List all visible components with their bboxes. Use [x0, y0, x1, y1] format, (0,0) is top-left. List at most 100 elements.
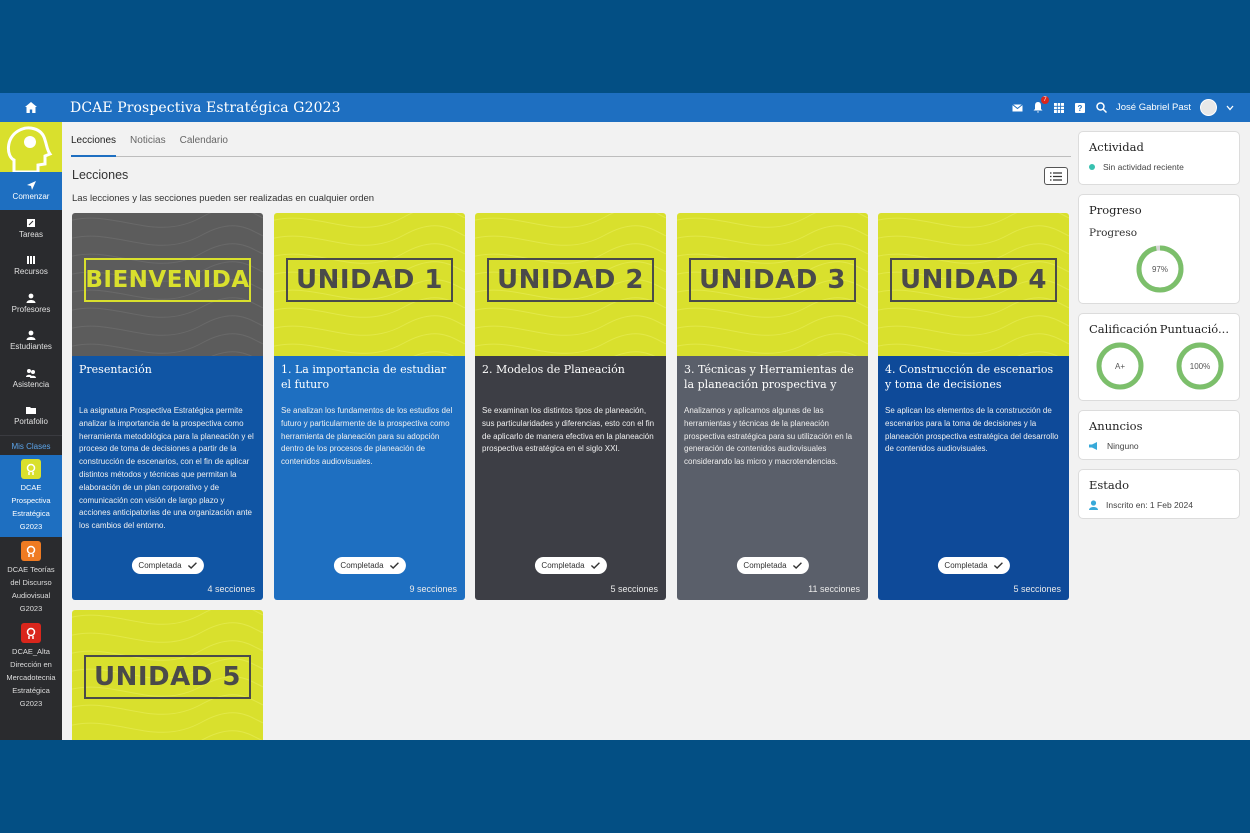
bell-icon[interactable]: 7: [1032, 95, 1050, 114]
help-icon[interactable]: ?: [1074, 102, 1086, 114]
grade-value: A+: [1115, 362, 1125, 371]
sidebar-course[interactable]: DCAE Teorías del Discurso Audiovisual G2…: [0, 537, 62, 619]
completed-label: Completada: [340, 561, 384, 570]
lesson-card[interactable]: UNIDAD 5: [72, 610, 263, 740]
list-view-button[interactable]: [1044, 167, 1068, 185]
user-avatar[interactable]: [1200, 99, 1217, 116]
sidebar-item-label: Asistencia: [12, 379, 50, 389]
activity-title: Actividad: [1089, 140, 1144, 154]
lesson-description: Se examinan los distintos tipos de plane…: [482, 406, 655, 454]
lesson-title[interactable]: 2. Modelos de Planeación: [482, 363, 659, 399]
tab-calendario[interactable]: Calendario: [180, 129, 228, 157]
calendar-grid-icon[interactable]: [1053, 102, 1065, 114]
edit-icon: [27, 218, 35, 227]
lesson-banner: UNIDAD 3: [689, 258, 856, 302]
sidebar-item-comenzar[interactable]: Comenzar: [0, 172, 62, 210]
lesson-title[interactable]: Presentación: [79, 363, 256, 399]
lesson-banner: UNIDAD 5: [84, 655, 251, 699]
sidebar-course-label: DCAE Teorías del Discurso Audiovisual G2…: [7, 564, 55, 613]
sidebar-item-portafolio[interactable]: Portafolio: [0, 397, 62, 435]
user-icon: [26, 293, 36, 303]
sidebar-item-profesores[interactable]: Profesores: [0, 285, 62, 323]
sidebar-course[interactable]: DCAE Prospectiva Estratégica G2023: [0, 454, 62, 537]
announcements-title: Anuncios: [1089, 419, 1143, 433]
sidebar-item-recursos[interactable]: Recursos: [0, 247, 62, 285]
lesson-card-image: UNIDAD 2: [475, 213, 666, 356]
check-icon: [792, 562, 802, 569]
announcements-panel: Anuncios Ninguno: [1078, 410, 1240, 460]
completed-badge: Completada: [937, 557, 1010, 574]
sidebar: Comenzar Tareas Recursos Profesores Estudian…: [0, 122, 62, 740]
chevron-down-icon[interactable]: [1226, 105, 1234, 111]
mail-icon[interactable]: [1011, 102, 1023, 114]
sidebar-item-label: Estudiantes: [10, 342, 52, 352]
activity-panel: Actividad Sin actividad reciente: [1078, 131, 1240, 185]
tab-noticias[interactable]: Noticias: [130, 129, 166, 157]
group-icon: [26, 368, 36, 378]
megaphone-icon: [1089, 442, 1097, 450]
progress-title: Progreso: [1089, 203, 1142, 217]
course-icon: [21, 458, 41, 479]
lesson-card-image: UNIDAD 1: [274, 213, 465, 356]
svg-text:?: ?: [1078, 104, 1083, 113]
completed-badge: Completada: [333, 557, 406, 574]
grade-rings: A+ 100%: [1096, 342, 1224, 390]
status-panel: Estado Inscrito en: 1 Feb 2024: [1078, 469, 1240, 519]
lesson-card-body: 3. Técnicas y Herramientas de la planeac…: [677, 356, 868, 600]
lesson-title[interactable]: 3. Técnicas y Herramientas de la planeac…: [684, 363, 861, 399]
lesson-description: Analizamos y aplicamos algunas de las he…: [684, 406, 853, 467]
lesson-card-body: 2. Modelos de Planeación Se examinan los …: [475, 356, 666, 600]
announcements-text: Ninguno: [1107, 441, 1139, 451]
lesson-card[interactable]: UNIDAD 4 4. Construcción de escenarios y …: [878, 213, 1069, 600]
score-title: Puntuació...: [1159, 322, 1229, 336]
right-rail: Actividad Sin actividad reciente Progres…: [1078, 131, 1240, 528]
sidebar-course-label: DCAE Prospectiva Estratégica G2023: [11, 482, 51, 531]
sidebar-item-tareas[interactable]: Tareas: [0, 210, 62, 248]
completed-badge: Completada: [534, 557, 607, 574]
lesson-card[interactable]: UNIDAD 2 2. Modelos de Planeación Se exami…: [475, 213, 666, 600]
lesson-card-body: 4. Construcción de escenarios y toma de …: [878, 356, 1069, 600]
top-bar: DCAE Prospectiva Estratégica G2023 7 ? J…: [0, 93, 1250, 122]
sidebar-item-asistencia[interactable]: Asistencia: [0, 360, 62, 398]
course-logo[interactable]: [0, 122, 62, 172]
lesson-banner: UNIDAD 4: [890, 258, 1057, 302]
lesson-title[interactable]: 1. La importancia de estudiar el futuro: [281, 363, 458, 399]
lesson-card-image: UNIDAD 4: [878, 213, 1069, 356]
course-icon: [21, 622, 41, 643]
section-count: 11 secciones: [808, 584, 860, 594]
library-icon: [27, 256, 35, 265]
sidebar-course[interactable]: DCAE_Alta Dirección en Mercadotecnia Est…: [0, 619, 62, 714]
lesson-card[interactable]: UNIDAD 1 1. La importancia de estudiar el…: [274, 213, 465, 600]
top-icons: 7 ? José Gabriel Past: [1011, 93, 1234, 122]
user-name[interactable]: José Gabriel Past: [1116, 102, 1191, 113]
lesson-card-image: UNIDAD 5: [72, 610, 263, 740]
lesson-title[interactable]: 4. Construcción de escenarios y toma de …: [885, 363, 1062, 399]
progress-panel: Progreso Progreso 97%: [1078, 194, 1240, 304]
lesson-card[interactable]: UNIDAD 3 3. Técnicas y Herramientas de la…: [677, 213, 868, 600]
folder-icon: [26, 407, 36, 415]
status-title: Estado: [1089, 478, 1130, 492]
activity-dot-icon: [1089, 164, 1095, 170]
home-icon: [25, 102, 37, 113]
lesson-card[interactable]: BIENVENIDA Presentación La asignatura Pros…: [72, 213, 263, 600]
home-button[interactable]: [0, 93, 62, 122]
notification-badge: 7: [1041, 95, 1050, 104]
user-icon: [1089, 500, 1098, 510]
progress-value: 97%: [1152, 265, 1168, 274]
progress-label: Progreso: [1089, 227, 1138, 239]
sidebar-item-label: Portafolio: [14, 417, 48, 427]
sidebar-section-label: Mis Clases: [0, 434, 62, 455]
check-icon: [590, 562, 600, 569]
completed-badge: Completada: [131, 557, 204, 574]
lesson-banner: BIENVENIDA: [84, 258, 251, 302]
user-icon: [26, 330, 36, 341]
tab-lecciones[interactable]: Lecciones: [71, 129, 117, 157]
lesson-description: Se analizan los fundamentos de los estud…: [281, 406, 453, 467]
completed-label: Completada: [541, 561, 585, 570]
completed-label: Completada: [743, 561, 787, 570]
sidebar-item-estudiantes[interactable]: Estudiantes: [0, 322, 62, 360]
lesson-card-image: UNIDAD 3: [677, 213, 868, 356]
search-icon[interactable]: [1095, 102, 1107, 114]
course-title: DCAE Prospectiva Estratégica G2023: [70, 99, 341, 116]
sidebar-item-label: Recursos: [14, 267, 48, 277]
